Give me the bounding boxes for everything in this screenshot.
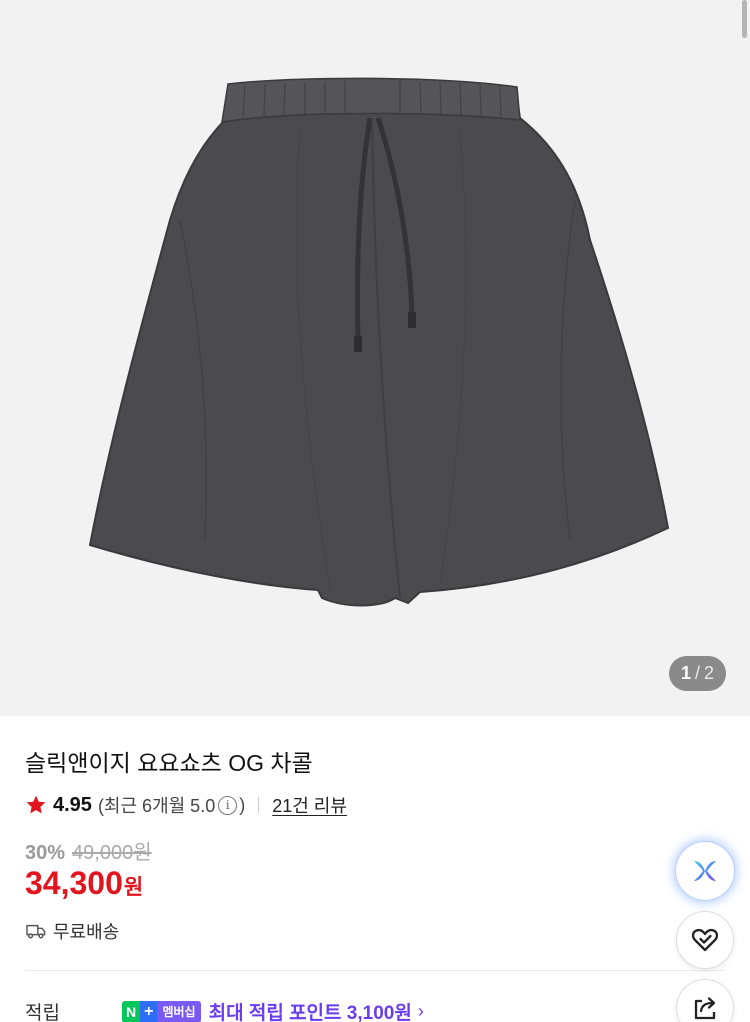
points-row[interactable]: 적립 N + 멤버십 최대 적립 포인트 3,100원 › (25, 998, 424, 1022)
naver-membership-badge: N + 멤버십 (122, 1000, 201, 1022)
sale-price: 34,300 (25, 865, 123, 901)
heart-check-icon (691, 928, 719, 952)
price-row: 34,300 원 (25, 865, 143, 902)
recent-rating-text: (최근 6개월 5.0 (97, 796, 216, 816)
image-counter-total: 2 (704, 663, 715, 683)
recent-rating: (최근 6개월 5.0 i ) (98, 792, 245, 818)
share-button[interactable] (676, 979, 734, 1022)
ai-assistant-button[interactable] (676, 842, 734, 900)
product-image (88, 77, 670, 607)
rating-score: 4.95 (53, 793, 92, 816)
points-text: 최대 적립 포인트 3,100원 (208, 1003, 412, 1022)
ai-sparkle-icon (694, 861, 716, 881)
discount-rate: 30% (25, 842, 66, 864)
price-unit: 원 (123, 876, 144, 899)
section-divider (25, 970, 725, 971)
product-title: 슬릭앤이지 요요쇼츠 OG 차콜 (25, 750, 313, 776)
points-label: 적립 (25, 1003, 60, 1022)
image-counter-separator: / (694, 663, 700, 683)
chevron-right-icon: › (417, 1001, 424, 1021)
badge-n: N (122, 1000, 141, 1022)
recent-rating-close: ) (239, 794, 246, 815)
original-price: 49,000원 (72, 842, 152, 864)
discount-row: 30% 49,000원 (25, 836, 152, 865)
share-icon (694, 997, 716, 1020)
shipping-text: 무료배송 (53, 922, 120, 942)
wishlist-button[interactable] (676, 911, 734, 969)
info-icon[interactable]: i (218, 795, 238, 815)
product-image-gallery[interactable]: 1 / 2 (0, 0, 750, 716)
rating-row: 4.95 (최근 6개월 5.0 i ) 21건 리뷰 (25, 792, 347, 818)
image-counter-current: 1 (680, 663, 691, 683)
badge-member: 멤버십 (157, 1000, 201, 1022)
image-counter: 1 / 2 (669, 656, 726, 691)
badge-plus: + (140, 1000, 158, 1022)
shipping-row: 무료배송 (25, 918, 119, 944)
star-icon (26, 795, 46, 814)
scroll-indicator (742, 0, 747, 38)
divider (258, 797, 260, 813)
review-link[interactable]: 21건 리뷰 (272, 792, 347, 818)
truck-icon (26, 924, 46, 939)
